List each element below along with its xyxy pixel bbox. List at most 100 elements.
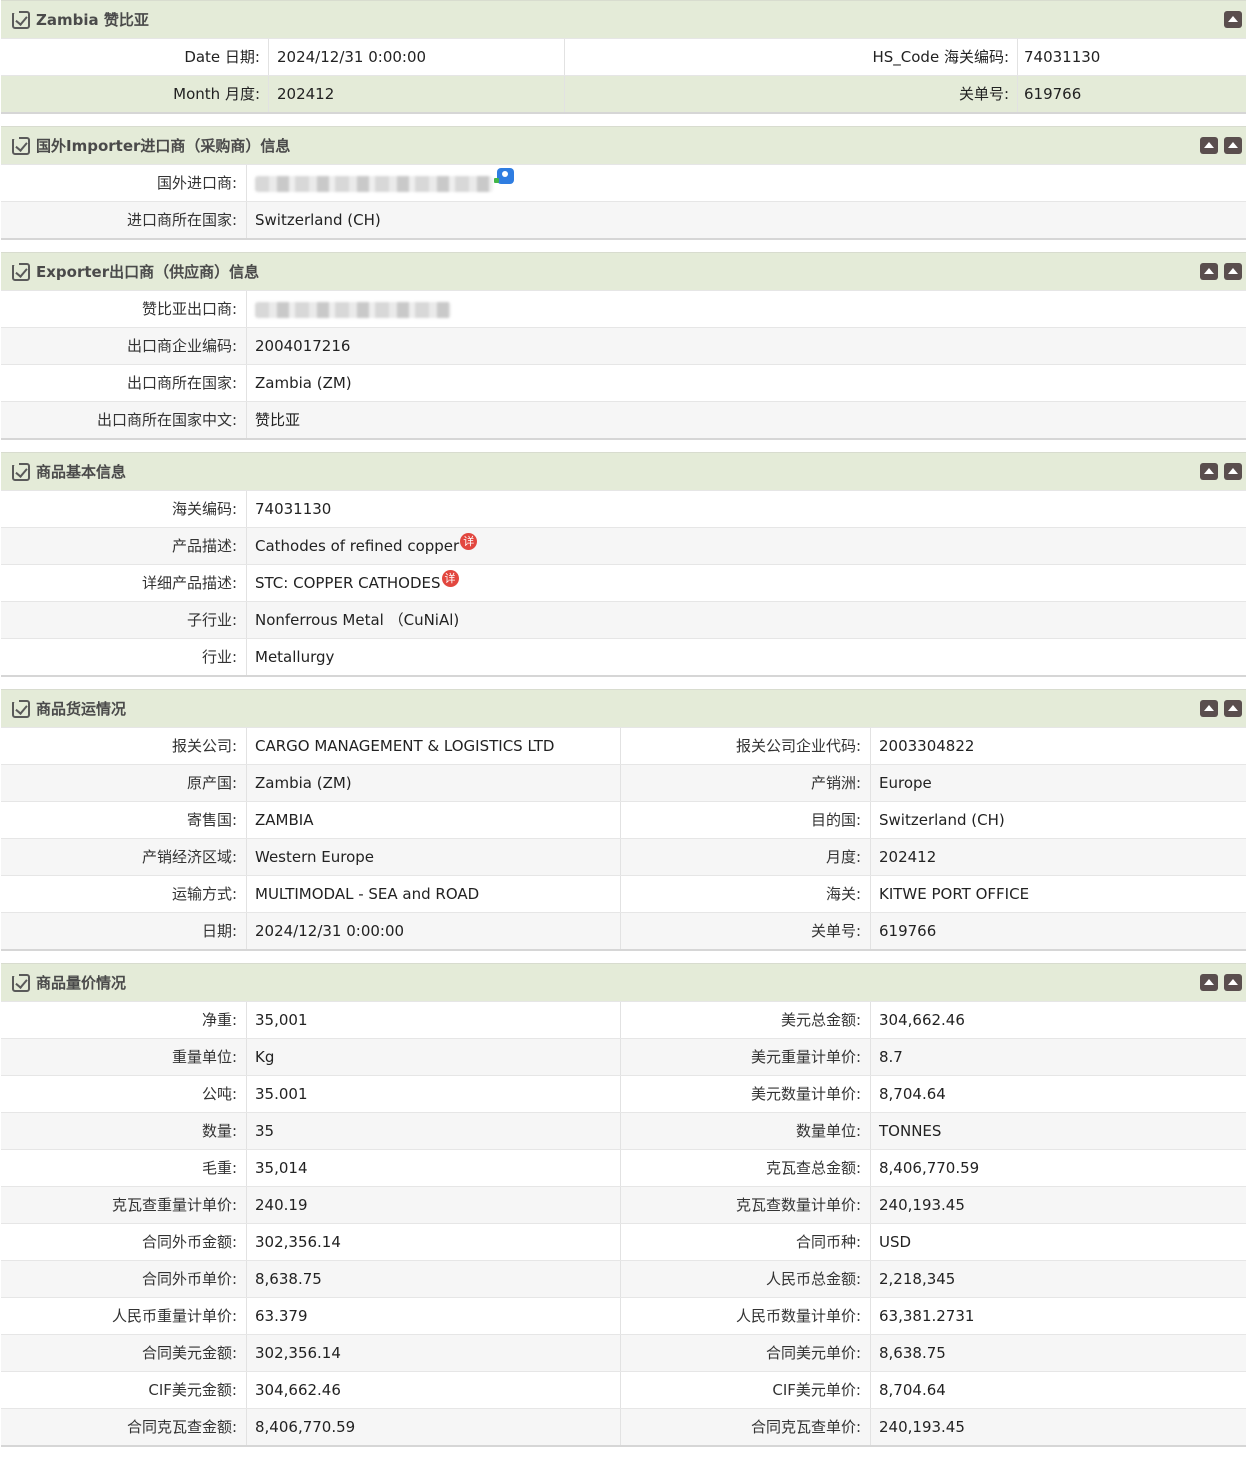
field-value: 8,406,770.59 <box>879 1159 980 1177</box>
move-up-button[interactable] <box>1200 974 1218 991</box>
field-value: 2004017216 <box>255 337 351 355</box>
field-label: 原产国: <box>1 765 247 801</box>
collapse-button[interactable] <box>1224 463 1242 480</box>
table-row: 报关公司: CARGO MANAGEMENT & LOGISTICS LTD 报关公… <box>1 727 1246 764</box>
field-label: 人民币重量计单价: <box>1 1298 247 1334</box>
field-label: 克瓦查总金额: <box>621 1150 871 1186</box>
field-label: 美元总金额: <box>621 1002 871 1038</box>
field-label: 毛重: <box>1 1150 247 1186</box>
exporter-name-value <box>247 291 1246 327</box>
field-label: 净重: <box>1 1002 247 1038</box>
company-profile-icon[interactable] <box>494 168 514 184</box>
section-title: 商品货运情况 <box>36 700 127 718</box>
field-value: 2003304822 <box>879 737 975 755</box>
move-up-button[interactable] <box>1200 463 1218 480</box>
field-value: 8,704.64 <box>879 1085 946 1103</box>
collapse-button[interactable] <box>1224 137 1242 154</box>
field-value: 2024/12/31 0:00:00 <box>269 39 565 75</box>
detail-icon[interactable]: 详 <box>441 570 459 587</box>
field-value: 8,638.75 <box>247 1261 621 1297</box>
field-label: 人民币数量计单价: <box>621 1298 871 1334</box>
field-label: 产销洲: <box>621 765 871 801</box>
table-row: 出口商所在国家中文: 赞比亚 <box>1 401 1246 438</box>
field-value: ZAMBIA <box>247 802 621 838</box>
table-row: 产销经济区域: Western Europe 月度: 202412 <box>1 838 1246 875</box>
field-label: 数量单位: <box>621 1113 871 1149</box>
field-label: 克瓦查数量计单价: <box>621 1187 871 1223</box>
field-label: 海关编码: <box>1 491 247 527</box>
move-up-button[interactable] <box>1200 700 1218 717</box>
table-row: CIF美元金额: 304,662.46 CIF美元单价: 8,704.64 <box>1 1371 1246 1408</box>
trade-record-page: Zambia 赞比亚 Date 日期: 2024/12/31 0:00:00 H… <box>0 0 1249 1474</box>
collapse-button[interactable] <box>1224 263 1242 280</box>
section-header: 国外Importer进口商（采购商）信息 <box>1 126 1246 164</box>
collapse-button[interactable] <box>1224 700 1242 717</box>
field-label: 进口商所在国家: <box>1 202 247 238</box>
checkbox-icon <box>11 971 30 992</box>
field-value: Switzerland (CH) <box>879 811 1005 829</box>
field-label: 寄售国: <box>1 802 247 838</box>
table-row: 合同外币单价: 8,638.75 人民币总金额: 2,218,345 <box>1 1260 1246 1297</box>
field-label: 公吨: <box>1 1076 247 1112</box>
field-value: 35.001 <box>247 1076 621 1112</box>
move-up-button[interactable] <box>1200 137 1218 154</box>
table-row: 子行业: Nonferrous Metal （CuNiAl) <box>1 601 1246 638</box>
table-row: 行业: Metallurgy <box>1 638 1246 675</box>
table-row: 公吨: 35.001 美元数量计单价: 8,704.64 <box>1 1075 1246 1112</box>
importer-name-value <box>247 165 1246 201</box>
table-row: Month 月度: 202412 关单号: 619766 <box>1 75 1246 112</box>
collapse-button[interactable] <box>1224 974 1242 991</box>
field-value: 240,193.45 <box>879 1196 965 1214</box>
field-label: 数量: <box>1 1113 247 1149</box>
checkbox-icon <box>11 134 30 155</box>
pricing-section: 商品量价情况 净重: 35,001 美元总金额: 304,662.46 重量单位: Kg 美… <box>1 963 1246 1447</box>
field-label: 海关: <box>621 876 871 912</box>
field-label: 美元重量计单价: <box>621 1039 871 1075</box>
field-value: 8,704.64 <box>879 1381 946 1399</box>
table-row: 寄售国: ZAMBIA 目的国: Switzerland (CH) <box>1 801 1246 838</box>
field-label: 出口商所在国家中文: <box>1 402 247 438</box>
field-value: KITWE PORT OFFICE <box>879 885 1030 903</box>
collapse-button[interactable] <box>1224 11 1242 28</box>
field-label: CIF美元单价: <box>621 1372 871 1408</box>
table-row: 人民币重量计单价: 63.379 人民币数量计单价: 63,381.2731 <box>1 1297 1246 1334</box>
shipping-section: 商品货运情况 报关公司: CARGO MANAGEMENT & LOGISTICS… <box>1 689 1246 951</box>
field-value: 35 <box>247 1113 621 1149</box>
section-header: 商品货运情况 <box>1 689 1246 727</box>
field-label: 详细产品描述: <box>1 565 247 601</box>
field-label: 产品描述: <box>1 528 247 564</box>
field-value: 202412 <box>269 76 565 112</box>
table-row: 进口商所在国家: Switzerland (CH) <box>1 201 1246 238</box>
field-label: 合同克瓦查单价: <box>621 1409 871 1445</box>
section-header: 商品量价情况 <box>1 963 1246 1001</box>
product-description-value: Cathodes of refined copper 详 <box>247 528 1246 564</box>
field-label: 子行业: <box>1 602 247 638</box>
field-label: 日期: <box>1 913 247 949</box>
field-label: 目的国: <box>621 802 871 838</box>
field-value: Kg <box>247 1039 621 1075</box>
exporter-section: Exporter出口商（供应商）信息 赞比亚出口商: 出口商企业编码: 2004… <box>1 252 1246 440</box>
field-label: CIF美元金额: <box>1 1372 247 1408</box>
checkbox-icon <box>11 8 30 29</box>
table-row: 国外进口商: <box>1 164 1246 201</box>
field-value: 619766 <box>1024 85 1082 103</box>
field-value: 74031130 <box>255 500 332 518</box>
field-label: 关单号: <box>565 76 1018 112</box>
move-up-button[interactable] <box>1200 263 1218 280</box>
field-label: Month 月度: <box>1 76 269 112</box>
field-label: 报关公司企业代码: <box>621 728 871 764</box>
table-row: 赞比亚出口商: <box>1 290 1246 327</box>
field-value: Zambia (ZM) <box>255 374 352 392</box>
field-value: 35,014 <box>247 1150 621 1186</box>
table-row: 净重: 35,001 美元总金额: 304,662.46 <box>1 1001 1246 1038</box>
table-row: 产品描述: Cathodes of refined copper 详 <box>1 527 1246 564</box>
basic-info-section: Zambia 赞比亚 Date 日期: 2024/12/31 0:00:00 H… <box>1 0 1246 114</box>
field-value: Switzerland (CH) <box>255 211 381 229</box>
field-value: 304,662.46 <box>247 1372 621 1408</box>
field-value: 240.19 <box>247 1187 621 1223</box>
field-value: 8.7 <box>879 1048 903 1066</box>
redacted-name <box>255 175 493 192</box>
detail-icon[interactable]: 详 <box>460 533 478 550</box>
redacted-name <box>255 301 451 318</box>
table-row: 原产国: Zambia (ZM) 产销洲: Europe <box>1 764 1246 801</box>
